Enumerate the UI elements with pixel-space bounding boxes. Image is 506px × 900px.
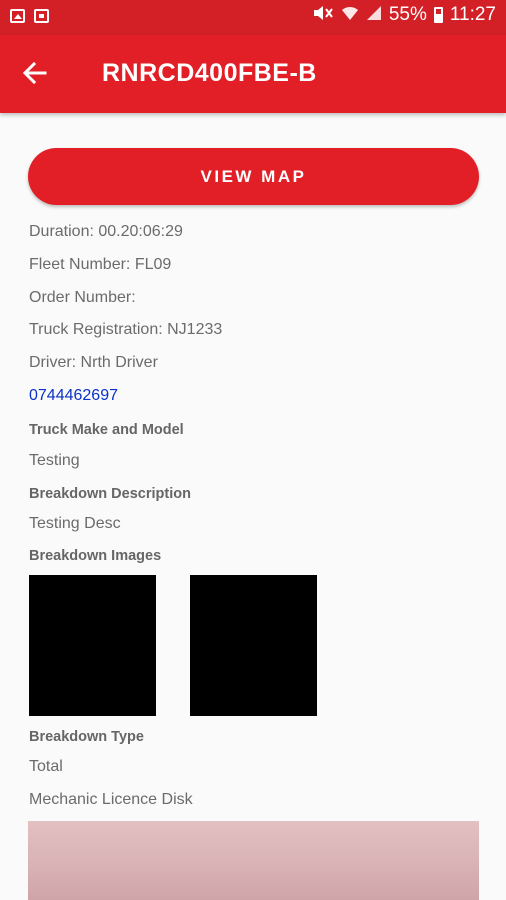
back-button[interactable] bbox=[18, 57, 50, 89]
truck-make-model-value: Testing bbox=[29, 452, 80, 469]
breakdown-type-value: Total bbox=[29, 758, 63, 775]
mechanic-licence-disk-label: Mechanic Licence Disk bbox=[29, 791, 193, 808]
driver-phone-link[interactable]: 0744462697 bbox=[29, 387, 118, 405]
arrow-back-icon bbox=[22, 61, 47, 85]
battery-icon bbox=[433, 7, 443, 23]
wifi-icon bbox=[341, 5, 359, 25]
mute-icon bbox=[312, 5, 334, 25]
status-bar: 55% 11:27 bbox=[0, 0, 506, 35]
view-map-button[interactable]: VIEW MAP bbox=[28, 148, 479, 205]
signal-icon bbox=[366, 5, 382, 25]
truck-registration-text: Truck Registration: NJ1233 bbox=[29, 321, 223, 338]
app-bar: RNRCD400FBE-B bbox=[0, 35, 506, 113]
battery-percent: 55% bbox=[388, 4, 427, 25]
driver-text: Driver: Nrth Driver bbox=[29, 354, 158, 371]
image-icon bbox=[10, 9, 25, 23]
breakdown-image-2[interactable] bbox=[190, 575, 317, 716]
breakdown-image-1[interactable] bbox=[29, 575, 156, 716]
breakdown-description-label: Breakdown Description bbox=[29, 486, 191, 502]
order-number-text: Order Number: bbox=[29, 289, 136, 306]
breakdown-images-label: Breakdown Images bbox=[29, 548, 162, 564]
duration-text: Duration: 00.20:06:29 bbox=[29, 223, 183, 240]
clock: 11:27 bbox=[449, 4, 496, 25]
breakdown-type-label: Breakdown Type bbox=[29, 729, 144, 745]
mechanic-licence-disk-image[interactable] bbox=[28, 821, 479, 900]
fleet-number-text: Fleet Number: FL09 bbox=[29, 256, 172, 273]
truck-make-model-label: Truck Make and Model bbox=[29, 422, 184, 438]
page-title: RNRCD400FBE-B bbox=[102, 59, 317, 87]
message-icon bbox=[34, 9, 49, 23]
breakdown-description-value: Testing Desc bbox=[29, 515, 121, 532]
